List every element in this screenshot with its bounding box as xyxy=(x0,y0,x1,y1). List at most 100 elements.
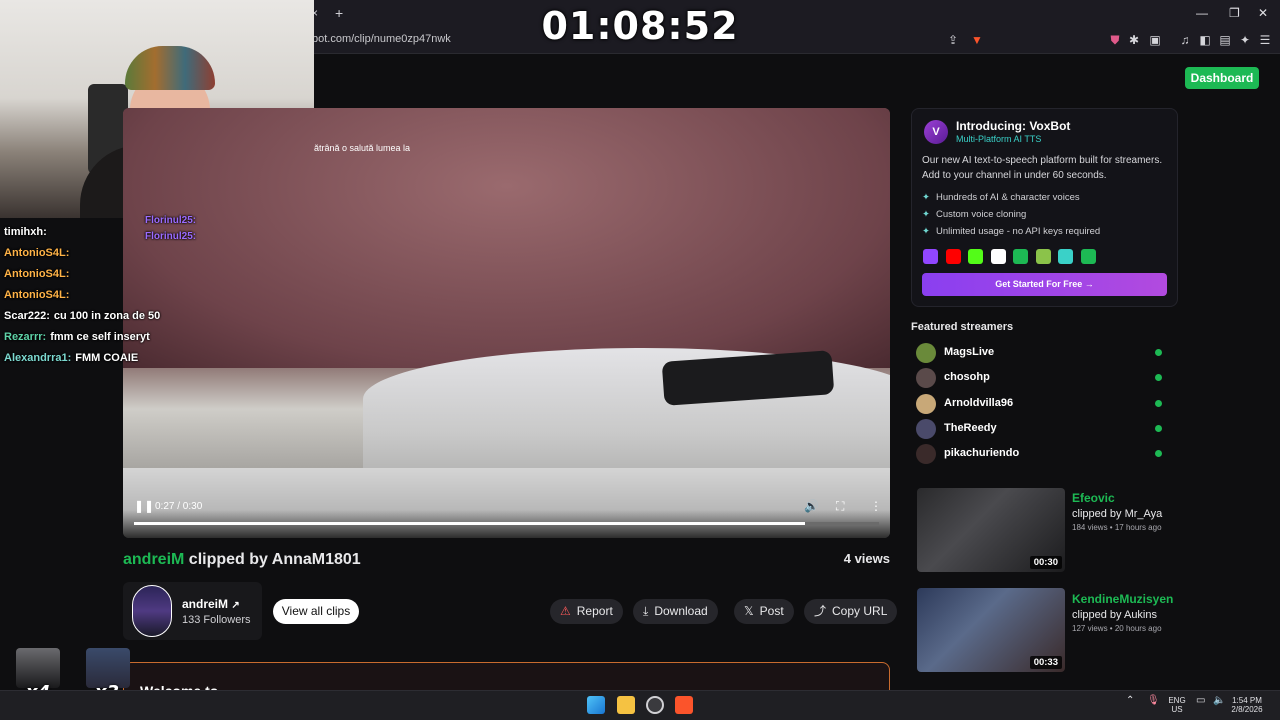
language-indicator[interactable]: ENG US xyxy=(1166,696,1188,714)
live-status-dot xyxy=(1155,399,1162,407)
live-status-dot xyxy=(1155,424,1162,432)
video-progress-fill xyxy=(134,522,805,525)
share-icon[interactable]: ⇪ xyxy=(946,33,960,47)
related-clip-duration: 00:30 xyxy=(1029,556,1062,569)
warning-icon: ⚠ xyxy=(560,604,571,618)
chat-line: Scar222: cu 100 in zona de 50 xyxy=(4,310,160,322)
chat-username: AntonioS4L: xyxy=(4,268,70,280)
voxbot-feature: ✦ Hundreds of AI & character voices xyxy=(922,192,1080,203)
related-clip-channel[interactable]: Efeovic xyxy=(1072,491,1115,505)
chat-username: timihxh: xyxy=(4,226,47,238)
sparkle-icon: ✦ xyxy=(922,192,930,203)
new-tab-icon[interactable]: + xyxy=(335,5,343,21)
clip-title: andreiM clipped by AnnaM1801 xyxy=(123,551,361,569)
copy-url-label: Copy URL xyxy=(832,604,888,618)
chat-message: cu 100 in zona de 50 xyxy=(53,310,161,322)
ai-icon[interactable]: ✦ xyxy=(1238,33,1252,47)
chat-line: Florinul25: xyxy=(145,231,200,242)
report-button[interactable]: ⚠ Report xyxy=(550,599,623,624)
leo-icon[interactable]: ▣ xyxy=(1148,33,1162,47)
live-status-dot xyxy=(1155,374,1162,382)
brave-shield-icon[interactable]: ▼ xyxy=(970,33,984,47)
chat-username: Florinul25: xyxy=(145,215,197,226)
external-link-icon: ↗ xyxy=(231,600,240,611)
speaker-icon[interactable]: 🔈 xyxy=(1213,696,1225,706)
video-player[interactable] xyxy=(123,108,890,538)
clock[interactable]: 1:54 PM 2/8/2026 xyxy=(1230,696,1264,714)
channel-name[interactable]: andreiM ↗ xyxy=(182,597,240,611)
download-icon: ⤓ xyxy=(643,604,649,618)
copy-url-button[interactable]: ⤴ Copy URL xyxy=(804,599,898,624)
chat-line: Rezarrr: fmm ce self inseryt xyxy=(4,331,150,343)
volume-icon[interactable]: 🔊 xyxy=(804,499,819,513)
live-status-dot xyxy=(1155,349,1162,356)
brave-icon[interactable] xyxy=(675,696,693,714)
chat-message: FMM COAIE xyxy=(75,352,139,364)
voxbot-feature: ✦ Unlimited usage - no API keys required xyxy=(922,226,1100,237)
chat-username: Rezarrr: xyxy=(4,331,47,343)
voxbot-logo: V xyxy=(924,120,948,144)
network-icon[interactable]: ▭ xyxy=(1196,696,1205,706)
streamer-row[interactable]: pikachuriendo xyxy=(916,444,1166,465)
channel-name-text: andreiM xyxy=(182,597,229,611)
fullscreen-icon[interactable]: ⛶ xyxy=(836,499,844,514)
tray-chevron-icon[interactable]: ⌃ xyxy=(1126,696,1134,706)
webcam-person-hat xyxy=(125,46,215,90)
clip-channel-link[interactable]: andreiM xyxy=(123,551,184,568)
more-options-icon[interactable]: ⋮ xyxy=(870,499,882,513)
related-clip-meta: 127 views • 20 hours ago xyxy=(1072,624,1162,633)
extensions-icon[interactable]: ✱ xyxy=(1127,33,1141,47)
related-clip-by: clipped by Mr_Aya xyxy=(1072,508,1163,520)
channel-avatar[interactable] xyxy=(132,585,172,637)
streamer-row[interactable]: TheReedy xyxy=(916,418,1166,439)
download-button[interactable]: ⤓ Download xyxy=(633,599,718,624)
related-clip-thumbnail[interactable]: 00:33 xyxy=(917,588,1065,672)
chat-username: AntonioS4L: xyxy=(4,289,70,301)
minimize-icon[interactable]: — xyxy=(1196,6,1208,20)
x-logo-icon: 𝕏 xyxy=(744,604,754,618)
post-button[interactable]: 𝕏 Post xyxy=(734,599,794,624)
platform-icon xyxy=(923,249,938,264)
related-clip-thumbnail[interactable]: 00:30 xyxy=(917,488,1065,572)
windows-start-icon[interactable] xyxy=(587,696,605,714)
vpn-icon[interactable]: ⛊ xyxy=(1108,33,1122,47)
download-label: Download xyxy=(654,604,708,618)
clip-views: 4 views xyxy=(843,551,890,566)
url-field[interactable]: bot.com/clip/nume0zp47nwk xyxy=(312,33,451,45)
dashboard-button[interactable]: Dashboard xyxy=(1185,67,1259,89)
video-frame-ceiling xyxy=(123,108,890,368)
close-window-icon[interactable]: ✕ xyxy=(1258,6,1268,20)
chat-line: AntonioS4L: xyxy=(4,268,73,280)
streamer-name: TheReedy xyxy=(944,421,997,434)
restore-icon[interactable]: ❐ xyxy=(1229,6,1240,20)
platform-icon xyxy=(968,249,983,264)
sparkle-icon: ✦ xyxy=(922,209,930,220)
get-started-button[interactable]: Get Started For Free → xyxy=(922,273,1167,296)
streamer-row[interactable]: MagsLive xyxy=(916,343,1166,363)
microphone-icon[interactable]: 🎙 xyxy=(1147,696,1160,706)
sidebar-icon[interactable]: ◧ xyxy=(1198,33,1212,47)
taskbar xyxy=(0,690,1280,720)
view-all-clips-button[interactable]: View all clips xyxy=(273,599,359,624)
related-clip-by: clipped by Aukins xyxy=(1072,609,1157,621)
wallet-icon[interactable]: ▤ xyxy=(1218,33,1232,47)
chat-username: Florinul25: xyxy=(145,231,197,242)
related-clip-channel[interactable]: KendineMuzisyen xyxy=(1072,592,1173,606)
voxbot-feature-text: Hundreds of AI & character voices xyxy=(935,192,1080,203)
region-code: US xyxy=(1171,705,1183,714)
pause-icon[interactable]: ❚❚ xyxy=(134,499,154,513)
platform-icon xyxy=(1080,249,1096,264)
obs-icon[interactable] xyxy=(646,696,664,714)
live-status-dot xyxy=(1155,450,1162,458)
file-explorer-icon[interactable] xyxy=(617,696,635,714)
streamer-avatar xyxy=(916,393,936,414)
menu-icon[interactable]: ☰ xyxy=(1258,33,1272,47)
streamer-row[interactable]: Arnoldvilla96 xyxy=(916,393,1166,414)
voxbot-subtitle: Multi-Platform AI TTS xyxy=(956,134,1042,144)
video-caption: ătrână o salută lumea la xyxy=(314,143,411,153)
chat-line: AntonioS4L: xyxy=(4,247,73,259)
streamer-name: pikachuriendo xyxy=(944,447,1020,460)
streamer-row[interactable]: chosohp xyxy=(916,368,1166,389)
media-icon[interactable]: ♫ xyxy=(1178,33,1192,47)
clock-time: 1:54 PM xyxy=(1232,696,1262,705)
